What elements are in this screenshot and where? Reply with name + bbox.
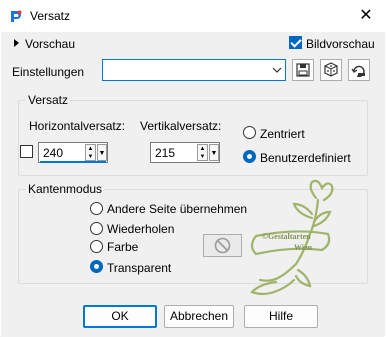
random-preset-button[interactable] [320,59,342,81]
bildvorschau-checkbox[interactable] [289,36,302,49]
farbe-label: Farbe [107,240,139,254]
transparent-radio[interactable] [90,260,103,273]
focus-underline [40,161,106,163]
settings-label: Einstellungen [12,65,85,79]
transparent-label: Transparent [107,261,172,275]
benutzerdefiniert-radio[interactable] [243,150,256,163]
cancel-button[interactable]: Abbrechen [164,305,234,328]
andere-seite-label: Andere Seite übernehmen [107,202,248,216]
bildvorschau-label: Bildvorschau [306,37,375,51]
help-button[interactable]: Hilfe [244,305,318,328]
watermark-text-2: Wien [294,243,313,252]
chevron-down-icon[interactable] [271,63,283,77]
window-title: Versatz [30,9,71,23]
dropdown-arrow-icon[interactable]: ▼ [97,144,107,161]
ok-button[interactable]: OK [83,305,157,328]
link-offset-checkbox[interactable] [20,145,33,158]
expand-triangle-icon[interactable] [14,39,19,47]
vertical-offset-spinner[interactable]: 215 ▲ ▼ ▼ [150,142,220,163]
close-icon[interactable]: ✕ [356,6,376,26]
zentriert-label: Zentriert [260,127,305,141]
spin-up-down-icon[interactable]: ▲ ▼ [197,144,208,161]
wiederholen-label: Wiederholen [107,222,175,236]
reset-icon [351,65,365,78]
kantenmodus-group-title: Kantenmodus [26,182,105,196]
andere-seite-radio[interactable] [90,202,103,215]
title-bar: Versatz ✕ [0,0,386,32]
zentriert-radio[interactable] [243,126,256,139]
benutzerdefiniert-label: Benutzerdefiniert [260,151,351,165]
versatz-group-title: Versatz [26,93,71,107]
preview-toggle-label[interactable]: Vorschau [25,37,75,51]
horizontal-offset-value[interactable]: 240 [43,146,63,160]
save-preset-button[interactable] [292,59,314,81]
save-icon [296,63,310,77]
vertical-offset-label: Vertikalversatz: [140,119,222,133]
vertical-offset-value[interactable]: 215 [155,146,175,160]
app-icon [11,10,22,22]
spin-up-down-icon[interactable]: ▲ ▼ [85,144,96,161]
horizontal-offset-spinner[interactable]: 240 ▲ ▼ ▼ [38,142,108,163]
dice-icon [324,62,338,77]
dropdown-arrow-icon[interactable]: ▼ [209,144,219,161]
horizontal-offset-label: Horizontalversatz: [29,119,126,133]
reset-preset-button[interactable] [348,59,370,81]
watermark-text-1: ©Gestaltarten [262,232,311,241]
settings-combo[interactable] [102,59,286,81]
wiederholen-radio[interactable] [90,222,103,235]
farbe-radio[interactable] [90,240,103,253]
